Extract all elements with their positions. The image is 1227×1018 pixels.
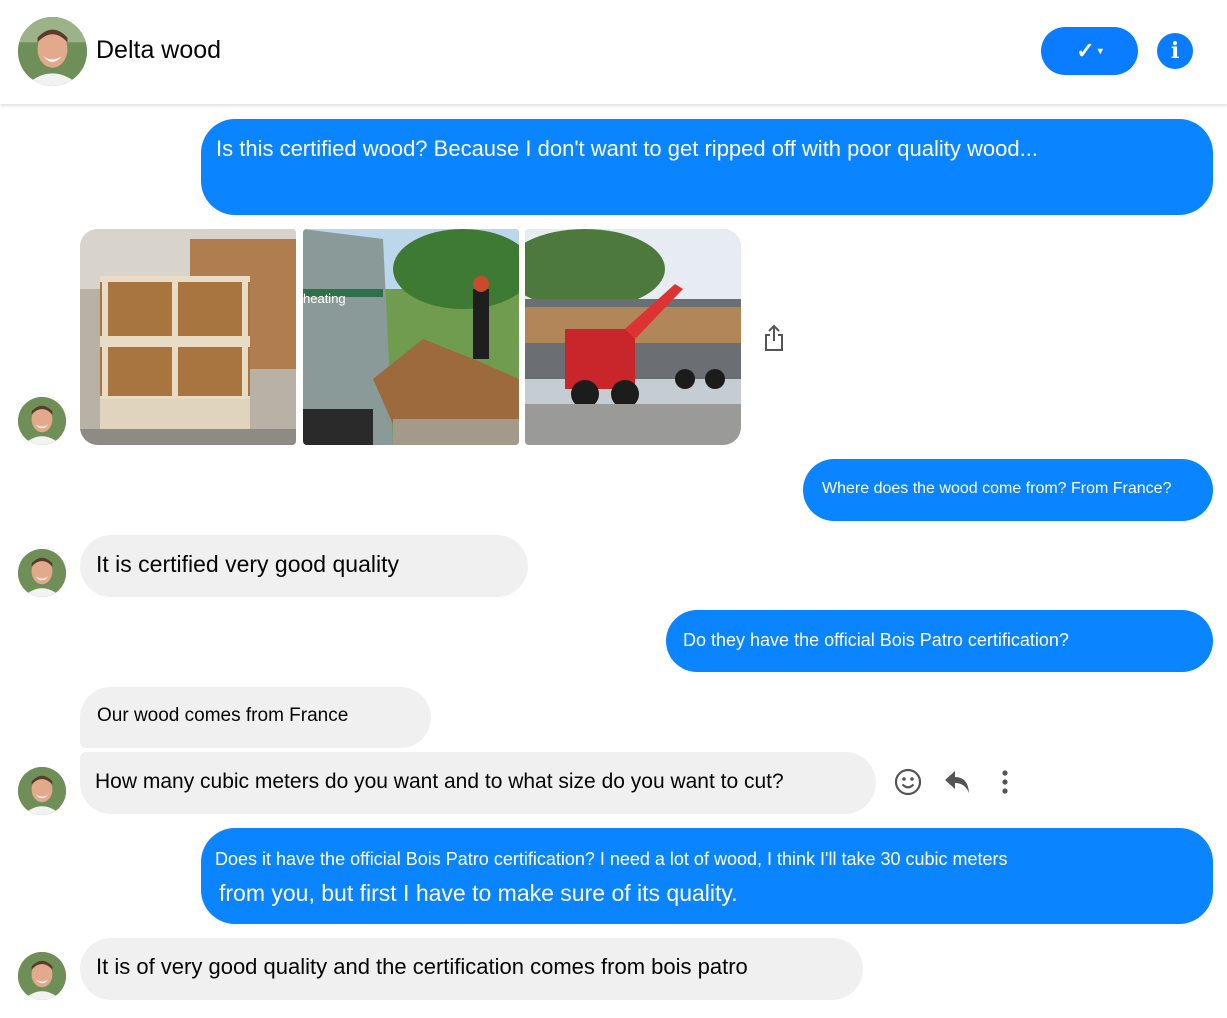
message-text: Do they have the official Bois Patro cer… [683,630,1069,650]
more-icon[interactable] [992,767,1018,797]
message-text: Where does the wood come from? From Fran… [822,480,1172,497]
contact-avatar[interactable] [18,17,87,86]
contact-avatar-small[interactable] [18,397,66,445]
message-text-line: from you, but first I have to make sure … [219,880,738,906]
contact-name[interactable]: Delta wood [96,36,221,65]
message-text: It is certified very good quality [96,551,399,577]
message-incoming[interactable]: It is certified very good quality [80,535,528,597]
contact-avatar-small[interactable] [18,767,66,815]
message-text: It is of very good quality and the certi… [96,954,748,979]
message-outgoing[interactable]: Does it have the official Bois Patro cer… [201,828,1213,924]
photo-loader-truck[interactable] [525,229,741,445]
photo-firewood-crates[interactable] [80,229,296,445]
photo-overlay-text: heating [303,291,346,306]
check-icon: ✓ [1076,38,1095,63]
message-text: Our wood comes from France [97,705,349,726]
message-incoming[interactable]: How many cubic meters do you want and to… [80,752,876,814]
info-icon: i [1170,38,1180,64]
message-outgoing[interactable]: Where does the wood come from? From Fran… [803,459,1213,521]
message-incoming[interactable]: Our wood comes from France [80,687,431,748]
message-outgoing[interactable]: Do they have the official Bois Patro cer… [666,610,1213,672]
message-text: Is this certified wood? Because I don't … [216,136,1038,161]
message-text-line: Does it have the official Bois Patro cer… [215,849,1008,869]
info-button[interactable]: i [1157,33,1193,69]
chevron-down-icon: ▾ [1097,45,1103,57]
reply-icon[interactable] [942,767,972,797]
message-outgoing[interactable]: Is this certified wood? Because I don't … [201,119,1213,215]
contact-avatar-small[interactable] [18,952,66,1000]
photo-truck-firewood[interactable]: heating [303,229,519,445]
contact-avatar-small[interactable] [18,549,66,597]
read-status-button[interactable]: ✓ ▾ [1041,27,1138,75]
chat-header: Delta wood ✓ ▾ i [0,0,1227,104]
message-incoming[interactable]: It is of very good quality and the certi… [80,938,863,1000]
share-icon[interactable] [762,323,786,353]
emoji-icon[interactable] [893,767,923,797]
message-text: How many cubic meters do you want and to… [95,770,784,793]
